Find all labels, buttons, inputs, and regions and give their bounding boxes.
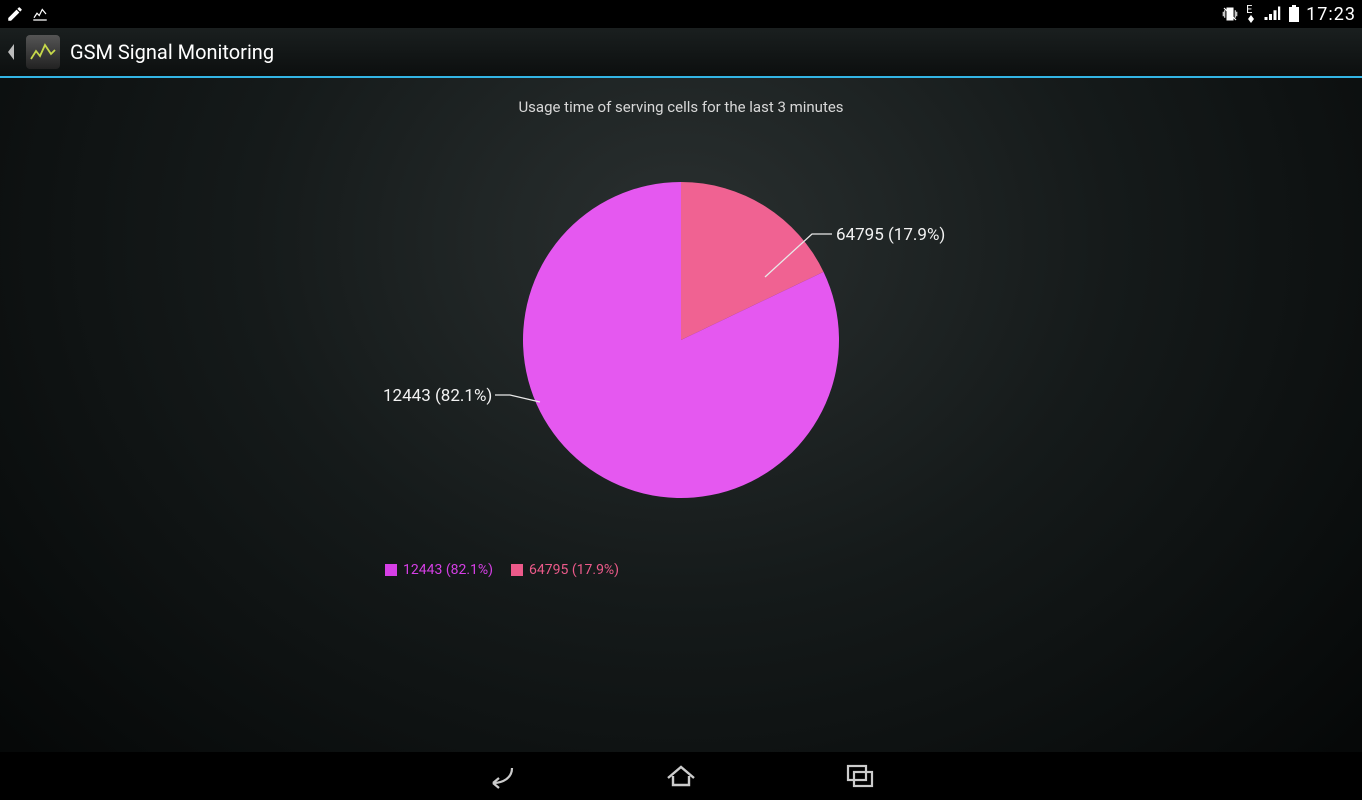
action-bar: GSM Signal Monitoring: [0, 28, 1362, 78]
back-caret-icon[interactable]: [6, 42, 16, 62]
nav-back-button[interactable]: [481, 756, 521, 796]
status-clock: 17:23: [1306, 4, 1356, 25]
leader-lines: [380, 170, 980, 520]
legend-item-b: 64795 (17.9%): [511, 562, 619, 578]
status-bar: E 17:23: [0, 0, 1362, 28]
pencil-icon: [6, 5, 24, 23]
signal-icon: [1262, 5, 1282, 23]
network-type-label: E: [1246, 5, 1256, 23]
legend-label-a: 12443 (82.1%): [403, 562, 493, 578]
chart-label-b: 64795 (17.9%): [836, 225, 945, 245]
battery-icon: [1288, 5, 1300, 23]
vibrate-icon: [1220, 5, 1240, 23]
legend-swatch-b: [511, 564, 523, 576]
chart-legend: 12443 (82.1%) 64795 (17.9%): [385, 562, 619, 578]
navigation-bar: [0, 752, 1362, 800]
chart-line-icon: [30, 5, 50, 23]
legend-label-b: 64795 (17.9%): [529, 562, 619, 578]
nav-recent-button[interactable]: [841, 756, 881, 796]
legend-item-a: 12443 (82.1%): [385, 562, 493, 578]
app-title: GSM Signal Monitoring: [70, 40, 274, 64]
chart-title: Usage time of serving cells for the last…: [0, 98, 1362, 116]
nav-home-button[interactable]: [661, 756, 701, 796]
legend-swatch-a: [385, 564, 397, 576]
app-icon[interactable]: [26, 35, 60, 69]
chart-label-a: 12443 (82.1%): [383, 386, 492, 406]
